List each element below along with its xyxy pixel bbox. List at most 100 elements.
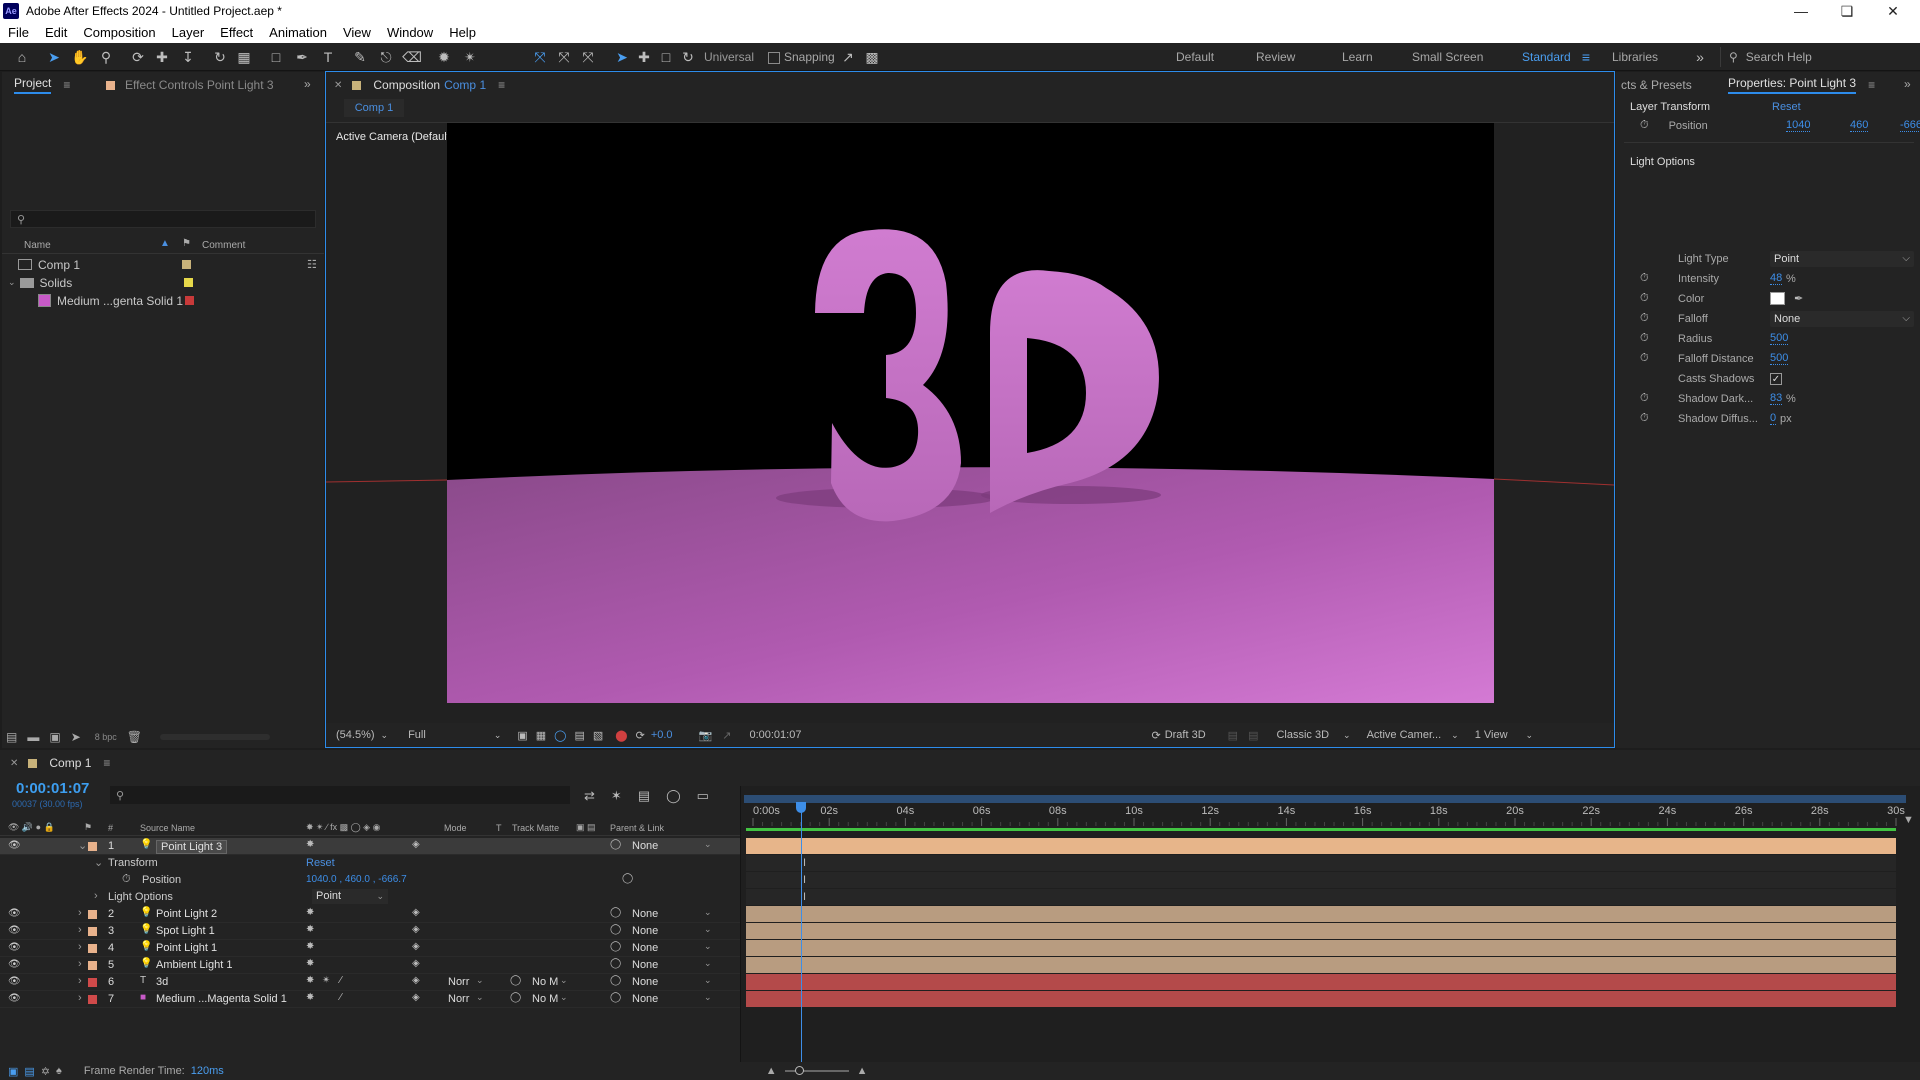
col-comment[interactable]: Comment — [202, 240, 245, 251]
render-time-toggle-icon[interactable]: ♠ — [56, 1065, 62, 1077]
layer-row[interactable]: 👁 › 7 ■ Medium ...Magenta Solid 1 ✸ ∕ ◈ Norr ⌄ ◯ No… — [0, 991, 740, 1008]
zoom-out-icon[interactable]: ▲ — [766, 1065, 777, 1077]
rectangle-tool-icon[interactable]: □ — [266, 47, 286, 67]
position-value[interactable]: 1040.0 , 460.0 , -666.7 — [306, 874, 407, 885]
reset-transform-button[interactable]: Reset — [1772, 101, 1801, 113]
col-mode[interactable]: Mode — [444, 823, 467, 833]
pan-tool-icon[interactable]: ✚ — [152, 47, 172, 67]
layer-name[interactable]: Point Light 1 — [156, 942, 217, 954]
zoom-in-icon[interactable]: ▲ — [857, 1065, 868, 1077]
orbit-tool-icon[interactable]: ⟳ — [128, 47, 148, 67]
trash-icon[interactable]: 🗑 — [127, 730, 142, 744]
color-management-icon[interactable]: ⬤ — [615, 729, 627, 742]
hand-tool-icon[interactable]: ✋ — [70, 47, 90, 67]
expand-panels-icon[interactable]: » — [1904, 77, 1911, 91]
flowchart-icon[interactable]: ☷ — [307, 258, 317, 271]
col-source-name[interactable]: Source Name — [140, 823, 195, 833]
layer-row[interactable]: 👁 › 2 💡 Point Light 2 ✸ ◈ ◯ None ⌄ — [0, 906, 740, 923]
scale-mode-icon[interactable]: □ — [656, 47, 676, 67]
type-tool-icon[interactable]: T — [318, 47, 338, 67]
track-matte-pickwhip-icon[interactable]: ◯ — [510, 992, 521, 1003]
quality-switch-icon[interactable]: ✴ — [322, 975, 330, 986]
extended-viewer-icon[interactable]: ▤ — [1228, 729, 1238, 742]
collapse-switch-icon[interactable]: ✸ — [306, 975, 314, 986]
col-parent-link[interactable]: Parent & Link — [610, 823, 664, 833]
workspace-default[interactable]: Default — [1176, 50, 1214, 64]
panel-menu-icon[interactable]: ≡ — [63, 78, 70, 92]
layer-duration-bar[interactable] — [746, 906, 1896, 922]
ground-plane-icon[interactable]: ▤ — [1248, 729, 1258, 742]
light-option-dropdown[interactable]: Point — [1770, 250, 1914, 267]
camera-view-dropdown[interactable]: Active Camer... — [1367, 729, 1442, 741]
exposure-reset-icon[interactable]: ⟳ — [636, 729, 645, 742]
workspace-libraries[interactable]: Libraries — [1612, 50, 1658, 64]
menu-view[interactable]: View — [335, 25, 379, 40]
layer-name[interactable]: Point Light 3 — [156, 840, 228, 854]
layer-label-swatch[interactable] — [88, 944, 97, 953]
chevron-down-icon[interactable]: ⌄ — [8, 277, 16, 288]
layer-duration-bar[interactable] — [746, 838, 1896, 854]
layer-name[interactable]: Medium ...Magenta Solid 1 — [156, 993, 287, 1005]
eraser-tool-icon[interactable]: ⌫ — [402, 47, 422, 67]
layer-switches-toggle-icon[interactable]: ▣ — [8, 1065, 18, 1078]
position-property-row[interactable]: ⏱ Position 1040.0 , 460.0 , -666.7 ◯ — [0, 872, 740, 889]
more-workspaces-icon[interactable]: » — [1690, 47, 1710, 67]
position-y-value[interactable]: 460 — [1850, 119, 1869, 132]
move-mode-icon[interactable]: ✚ — [634, 47, 654, 67]
search-help[interactable]: ⚲ Search Help — [1720, 47, 1916, 67]
sort-icon[interactable]: ▲ — [160, 238, 170, 249]
rotate-tool-icon[interactable]: ↻ — [210, 47, 230, 67]
bit-depth-button[interactable]: 8 bpc — [95, 732, 117, 742]
search-help-input[interactable]: Search Help — [1746, 50, 1812, 64]
menu-layer[interactable]: Layer — [164, 25, 213, 40]
timeline-zoom-slider[interactable] — [784, 1066, 849, 1075]
light-option-dropdown[interactable]: None — [1770, 310, 1914, 327]
transform-reset-button[interactable]: Reset — [306, 857, 335, 869]
selection-tool-icon[interactable]: ➤ — [44, 47, 64, 67]
project-search-input[interactable]: ⚲ — [10, 210, 316, 228]
blend-mode-dropdown[interactable]: Norr — [448, 976, 469, 988]
draft-3d-toggle[interactable]: Draft 3D — [1165, 729, 1206, 741]
position-z-value[interactable]: -666.7 — [1900, 119, 1920, 132]
stopwatch-icon[interactable]: ⏱ — [1640, 352, 1649, 365]
workspace-review[interactable]: Review — [1256, 50, 1295, 64]
clone-stamp-icon[interactable]: ⎋ — [376, 47, 396, 67]
parent-dropdown[interactable]: None — [632, 925, 658, 937]
expand-panels-icon[interactable]: » — [304, 77, 311, 91]
menu-effect[interactable]: Effect — [212, 25, 261, 40]
layer-row[interactable]: 👁 › 3 💡 Spot Light 1 ✸ ◈ ◯ None ⌄ — [0, 923, 740, 940]
panel-menu-icon[interactable]: ≡ — [498, 78, 505, 92]
workspace-standard[interactable]: Standard — [1522, 50, 1571, 64]
rotate-mode-icon[interactable]: ↻ — [678, 47, 698, 67]
zoom-tool-icon[interactable]: ⚲ — [96, 47, 116, 67]
composition-mini-flowchart-icon[interactable]: ⇄ — [584, 788, 595, 804]
selection-mode-icon[interactable]: ➤ — [612, 47, 632, 67]
layer-name[interactable]: 3d — [156, 976, 168, 988]
workspace-small-screen[interactable]: Small Screen — [1412, 50, 1483, 64]
stopwatch-icon[interactable]: ⏱ — [1640, 392, 1649, 405]
parent-pickwhip-icon[interactable]: ◯ — [610, 839, 621, 850]
brush-tool-icon[interactable]: ✎ — [350, 47, 370, 67]
new-comp-icon[interactable]: ▣ — [49, 730, 60, 744]
visibility-eye-icon[interactable]: 👁 — [8, 840, 21, 851]
col-track-matte[interactable]: Track Matte — [512, 823, 559, 833]
current-time-indicator-head[interactable] — [796, 802, 806, 813]
close-button[interactable]: ✕ — [1870, 0, 1916, 22]
viewer-area[interactable]: Active Camera (Default) — [326, 123, 1614, 723]
layer-duration-bar[interactable] — [746, 957, 1896, 973]
layer-duration-bar[interactable] — [746, 923, 1896, 939]
tab-effect-controls[interactable]: Effect Controls Point Light 3 — [106, 72, 274, 98]
visibility-eye-icon[interactable]: 👁 — [8, 908, 21, 919]
collapse-switch-icon[interactable]: ✸ — [306, 941, 314, 952]
time-ruler[interactable]: 0:00s 02s 04s 06s 08s 10s 12s 14s 16s 18s 20s 22s 24… — [741, 800, 1920, 828]
col-t[interactable]: T — [496, 823, 502, 833]
stopwatch-icon[interactable]: ⏱ — [1640, 332, 1649, 345]
light-option-value[interactable]: 0 — [1770, 412, 1777, 425]
world-axis-icon[interactable]: ⤧ — [554, 47, 574, 67]
minimize-button[interactable]: — — [1778, 0, 1824, 22]
stopwatch-icon[interactable]: ⏱ — [1640, 292, 1649, 305]
layer-label-swatch[interactable] — [88, 842, 97, 851]
show-snapshot-icon[interactable]: ↗ — [722, 729, 731, 742]
maximize-button[interactable]: ❏ — [1824, 0, 1870, 22]
twirl-chevron-icon[interactable]: › — [94, 890, 98, 902]
